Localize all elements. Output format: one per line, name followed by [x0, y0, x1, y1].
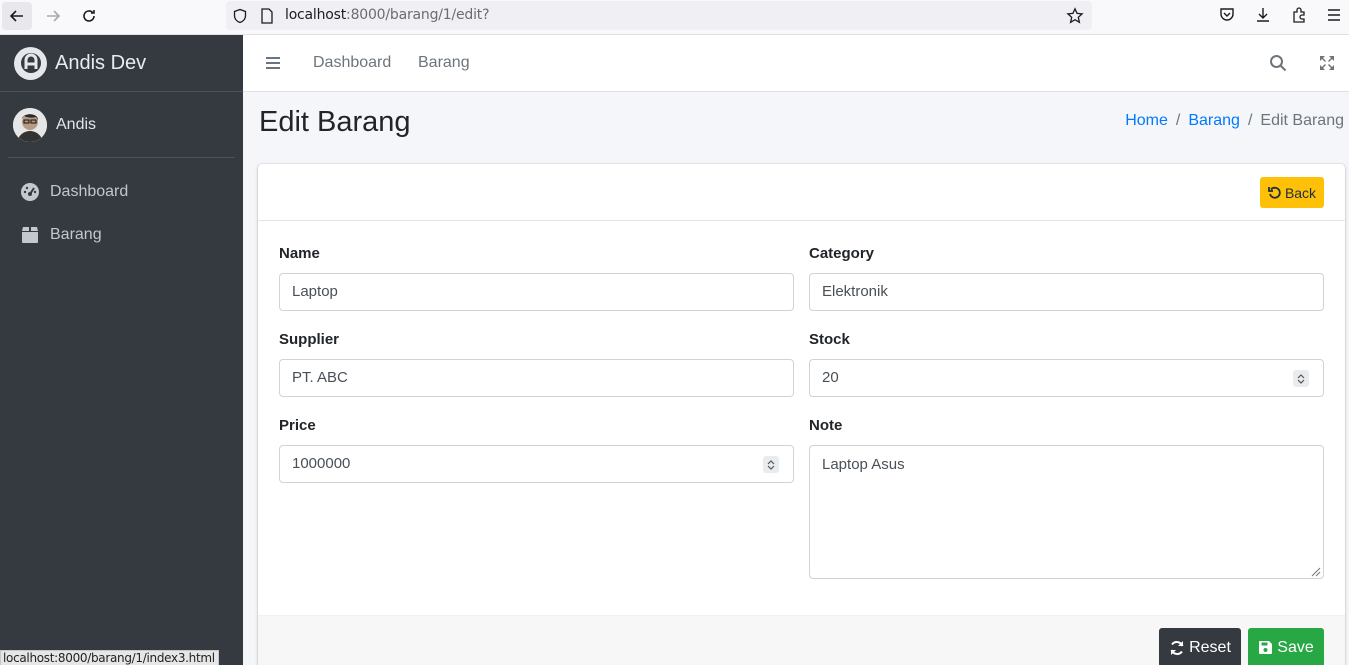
note-value: Laptop Asus — [822, 456, 905, 473]
box-icon — [20, 225, 40, 245]
stock-stepper[interactable] — [1293, 370, 1309, 387]
stock-label: Stock — [809, 331, 850, 348]
brand-link[interactable]: Andis Dev — [0, 35, 243, 92]
card-footer: Reset Save — [258, 615, 1345, 665]
floppy-disk-icon — [1258, 640, 1273, 655]
breadcrumb-separator: / — [1175, 112, 1181, 129]
avatar — [13, 107, 47, 142]
back-label: Back — [1284, 184, 1317, 201]
pocket-icon[interactable] — [1215, 4, 1239, 26]
nav-link-dashboard[interactable]: Dashboard — [313, 54, 391, 72]
edit-card: Back Name Laptop Supplier PT. ABC Price … — [258, 164, 1345, 665]
back-arrow-icon[interactable] — [2, 2, 32, 30]
browser-toolbar: localhost:8000/barang/1/edit? — [0, 0, 1349, 35]
sidebar-menu: Dashboard Barang — [0, 172, 243, 255]
breadcrumb: Home / Barang / Edit Barang — [1125, 112, 1344, 130]
url-bar[interactable]: localhost:8000/barang/1/edit? — [226, 1, 1092, 30]
price-stepper[interactable] — [763, 456, 779, 473]
page-icon — [258, 7, 276, 25]
supplier-input[interactable]: PT. ABC — [279, 359, 794, 397]
save-label: Save — [1277, 638, 1314, 656]
search-icon[interactable] — [1267, 52, 1289, 74]
nav-link-barang[interactable]: Barang — [418, 54, 470, 72]
sidebar-item-label: Dashboard — [50, 183, 129, 200]
fullscreen-icon[interactable] — [1316, 52, 1338, 74]
breadcrumb-home[interactable]: Home — [1125, 112, 1168, 130]
stock-input[interactable]: 20 — [809, 359, 1324, 397]
breadcrumb-barang[interactable]: Barang — [1188, 112, 1240, 130]
breadcrumb-separator: / — [1247, 112, 1253, 129]
name-input[interactable]: Laptop — [279, 273, 794, 311]
menu-icon[interactable] — [1322, 4, 1346, 26]
top-navbar: Dashboard Barang — [243, 35, 1349, 92]
back-button[interactable]: Back — [1260, 177, 1324, 208]
category-input[interactable]: Elektronik — [809, 273, 1324, 311]
page-title: Edit Barang — [259, 106, 411, 138]
status-bar: localhost:8000/barang/1/index3.html — [0, 650, 219, 665]
brand-text: Andis Dev — [55, 51, 147, 74]
note-textarea[interactable]: Laptop Asus — [809, 445, 1324, 579]
url-path: :8000/barang/1/edit? — [346, 7, 490, 23]
price-input[interactable]: 1000000 — [279, 445, 794, 483]
note-label: Note — [809, 417, 843, 434]
undo-icon — [1268, 186, 1282, 200]
star-icon[interactable] — [1066, 7, 1084, 25]
card-header: Back — [258, 164, 1345, 221]
sidebar-item-dashboard[interactable]: Dashboard — [8, 172, 235, 212]
category-label: Category — [809, 245, 875, 262]
download-icon[interactable] — [1251, 4, 1275, 26]
user-panel[interactable]: Andis — [8, 92, 235, 158]
sidebar: Andis Dev Andis Dashboard Barang — [0, 35, 243, 665]
reset-label: Reset — [1189, 638, 1231, 656]
sync-icon — [1169, 640, 1185, 656]
brand-logo-icon — [14, 46, 47, 80]
sidebar-item-label: Barang — [50, 226, 102, 243]
dashboard-gauge-icon — [20, 182, 40, 202]
url-text[interactable]: localhost:8000/barang/1/edit? — [285, 7, 490, 23]
supplier-label: Supplier — [279, 331, 340, 348]
name-label: Name — [279, 245, 320, 262]
stock-value: 20 — [822, 369, 839, 386]
forward-arrow-icon[interactable] — [38, 2, 68, 30]
price-value: 1000000 — [292, 455, 351, 472]
extensions-icon[interactable] — [1287, 4, 1311, 26]
hamburger-icon[interactable] — [263, 53, 285, 73]
price-label: Price — [279, 417, 316, 434]
save-button[interactable]: Save — [1248, 628, 1324, 665]
sidebar-item-barang[interactable]: Barang — [8, 215, 235, 255]
resize-grip-icon[interactable] — [1309, 564, 1321, 577]
breadcrumb-current: Edit Barang — [1260, 112, 1344, 129]
user-name: Andis — [56, 115, 97, 133]
reload-icon[interactable] — [74, 2, 104, 30]
reset-button[interactable]: Reset — [1159, 628, 1241, 665]
url-host: localhost — [285, 7, 347, 23]
shield-icon[interactable] — [231, 7, 249, 25]
